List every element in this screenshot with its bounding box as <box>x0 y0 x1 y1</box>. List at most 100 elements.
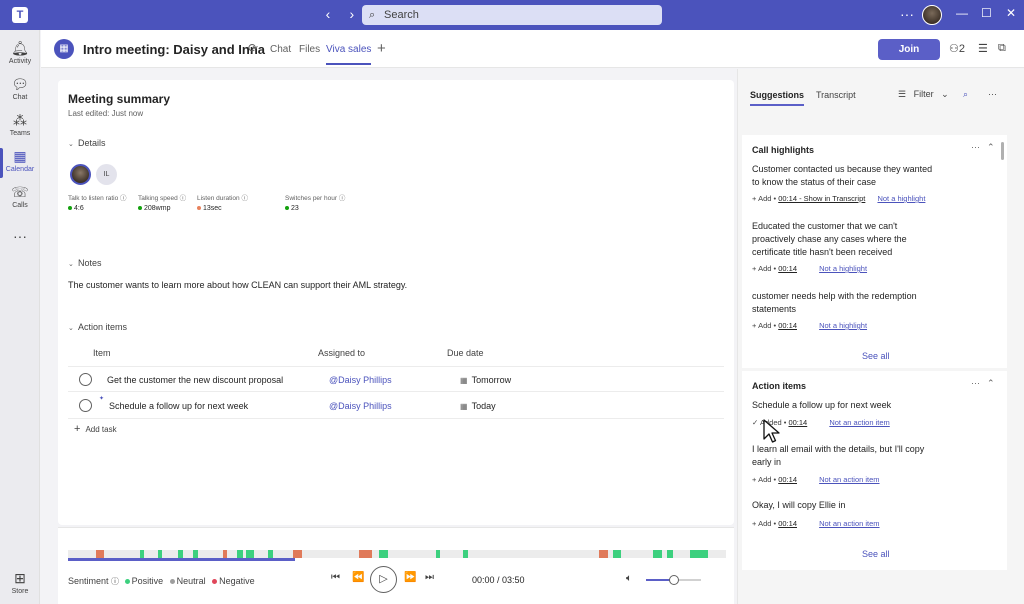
back-arrow-icon[interactable]: ‹ <box>318 6 338 22</box>
fast-forward-icon[interactable]: ⏩ <box>404 572 416 583</box>
timestamp-link[interactable]: 00:14 - Show in Transcript <box>778 194 865 203</box>
info-icon[interactable]: ⓘ <box>111 577 119 586</box>
timeline-segment-negative[interactable] <box>293 550 302 558</box>
complete-checkbox[interactable] <box>79 373 92 386</box>
timestamp-link[interactable]: 00:14 <box>788 418 807 427</box>
timeline-segment-negative[interactable] <box>96 550 104 558</box>
timestamp-link[interactable]: 00:14 <box>778 519 797 528</box>
rail-calls[interactable]: ☏ Calls <box>0 184 40 209</box>
see-all-highlights-link[interactable]: See all <box>862 351 890 361</box>
rewind-icon[interactable]: ⏪ <box>352 572 364 583</box>
sentiment-timeline[interactable] <box>68 550 726 558</box>
participant-avatar-daisy[interactable] <box>70 164 91 185</box>
search-input[interactable]: ⌕ Search <box>362 5 662 25</box>
assignee-link[interactable]: @Daisy Phillips <box>329 375 392 385</box>
timeline-segment-positive[interactable] <box>158 550 162 558</box>
tab-files[interactable]: Files <box>299 44 320 55</box>
assignee-link[interactable]: @Daisy Phillips <box>329 401 392 411</box>
timeline-segment-negative[interactable] <box>599 550 608 558</box>
due-date[interactable]: ▦ Today <box>460 401 496 411</box>
timeline-segment-positive[interactable] <box>237 550 243 558</box>
timeline-segment-negative[interactable] <box>359 550 372 558</box>
tab-suggestions[interactable]: Suggestions <box>750 90 805 106</box>
tab-transcript[interactable]: Transcript <box>816 90 856 100</box>
list-icon[interactable]: ☰ <box>978 42 988 55</box>
add-button[interactable]: + Add <box>752 519 771 528</box>
join-button[interactable]: Join <box>878 39 940 60</box>
skip-start-icon[interactable]: ⏮ <box>331 572 340 583</box>
timeline-segment-positive[interactable] <box>613 550 621 558</box>
maximize-button[interactable]: ☐ <box>981 6 992 20</box>
add-button[interactable]: + Add <box>752 194 771 203</box>
tab-viva-sales[interactable]: Viva sales <box>326 44 372 65</box>
add-tab-icon[interactable]: + <box>377 40 386 57</box>
rail-activity[interactable]: 🔔︎ Activity <box>0 40 40 65</box>
timeline-segment-positive[interactable] <box>436 550 440 558</box>
notes-text[interactable]: The customer wants to learn more about h… <box>68 280 407 290</box>
timeline-segment-positive[interactable] <box>667 550 673 558</box>
timeline-segment-negative[interactable] <box>223 550 227 558</box>
add-button[interactable]: + Add <box>752 475 771 484</box>
chat-panel-icon[interactable]: ⧉ <box>998 42 1006 55</box>
timeline-segment-positive[interactable] <box>690 550 708 558</box>
more-options-icon[interactable]: ··· <box>900 6 914 22</box>
not-highlight-link[interactable]: Not a highlight <box>877 194 925 203</box>
timeline-segment-positive[interactable] <box>140 550 144 558</box>
see-all-action-items-link[interactable]: See all <box>862 549 890 559</box>
playback-progress[interactable] <box>68 558 295 561</box>
rail-store[interactable]: ⊞ Store <box>0 570 40 595</box>
rail-calendar[interactable]: ▦ Calendar <box>0 148 40 178</box>
play-button[interactable]: ▷ <box>370 566 397 593</box>
not-action-item-link[interactable]: Not an action item <box>819 519 879 528</box>
participant-avatar-il[interactable]: IL <box>96 164 117 185</box>
more-options-icon[interactable]: ··· <box>971 378 980 388</box>
due-date[interactable]: ▦ Tomorrow <box>460 375 511 385</box>
timeline-segment-positive[interactable] <box>246 550 254 558</box>
minimize-button[interactable]: — <box>956 6 968 20</box>
volume-handle[interactable] <box>668 575 679 585</box>
add-task-button[interactable]: + Add task <box>74 423 117 435</box>
not-action-item-link[interactable]: Not an action item <box>819 475 879 484</box>
user-avatar[interactable] <box>922 5 942 25</box>
action-item-text[interactable]: Get the customer the new discount propos… <box>107 375 283 385</box>
rail-chat[interactable]: 💬︎ Chat <box>0 76 40 101</box>
skip-end-icon[interactable]: ⏭ <box>425 572 434 583</box>
not-highlight-link[interactable]: Not a highlight <box>819 264 867 273</box>
volume-icon[interactable]: 🔈︎ <box>626 573 632 584</box>
not-action-item-link[interactable]: Not an action item <box>829 418 889 427</box>
close-button[interactable]: ✕ <box>1006 6 1016 20</box>
add-button[interactable]: + Add <box>752 264 771 273</box>
info-icon[interactable]: ⓘ <box>120 195 127 202</box>
rail-teams[interactable]: ⁂ Teams <box>0 112 40 137</box>
forward-arrow-icon[interactable]: › <box>342 6 362 22</box>
timeline-segment-positive[interactable] <box>379 550 388 558</box>
participants-button[interactable]: ⚇2 <box>949 42 965 55</box>
timestamp-link[interactable]: 00:14 <box>778 475 797 484</box>
add-button[interactable]: + Add <box>752 321 771 330</box>
action-item-text[interactable]: Schedule a follow up for next week <box>109 401 248 411</box>
chevron-up-icon[interactable]: ⌃ <box>987 378 995 389</box>
timestamp-link[interactable]: 00:14 <box>778 321 797 330</box>
timestamp-link[interactable]: 00:14 <box>778 264 797 273</box>
complete-checkbox[interactable] <box>79 399 92 412</box>
not-highlight-link[interactable]: Not a highlight <box>819 321 867 330</box>
tab-chat[interactable]: Chat <box>270 44 291 55</box>
timeline-segment-positive[interactable] <box>653 550 662 558</box>
rail-more[interactable]: ··· <box>0 228 40 244</box>
scrollbar-thumb[interactable] <box>1001 142 1004 160</box>
chevron-up-icon[interactable]: ⌃ <box>987 142 995 153</box>
more-options-icon[interactable]: ··· <box>988 89 997 99</box>
info-icon[interactable]: ⓘ <box>241 195 248 202</box>
info-icon[interactable]: ⓘ <box>339 195 346 202</box>
search-icon[interactable]: ⌕ <box>963 89 968 100</box>
timeline-segment-positive[interactable] <box>193 550 198 558</box>
info-icon[interactable]: ⓘ <box>180 195 187 202</box>
filter-button[interactable]: ☰ Filter ⌄ <box>898 89 949 100</box>
action-items-section-toggle[interactable]: ⌄ Action items <box>68 322 127 332</box>
timeline-segment-positive[interactable] <box>268 550 273 558</box>
notes-section-toggle[interactable]: ⌄ Notes <box>68 258 102 268</box>
volume-slider[interactable] <box>646 575 701 585</box>
more-options-icon[interactable]: ··· <box>971 142 980 152</box>
details-section-toggle[interactable]: ⌄ Details <box>68 138 106 148</box>
timeline-segment-positive[interactable] <box>178 550 183 558</box>
